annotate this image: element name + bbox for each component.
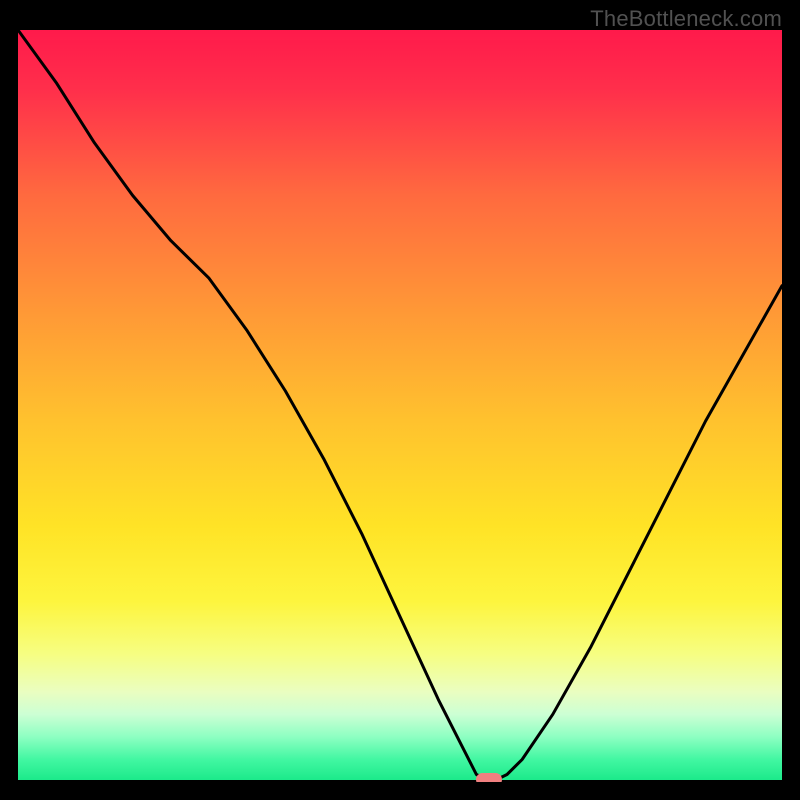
- chart-svg: [18, 30, 782, 782]
- minimum-marker: [476, 773, 502, 782]
- watermark-text: TheBottleneck.com: [590, 6, 782, 32]
- gradient-background: [18, 30, 782, 782]
- baseline: [18, 780, 782, 782]
- chart-plot-area: [18, 30, 782, 782]
